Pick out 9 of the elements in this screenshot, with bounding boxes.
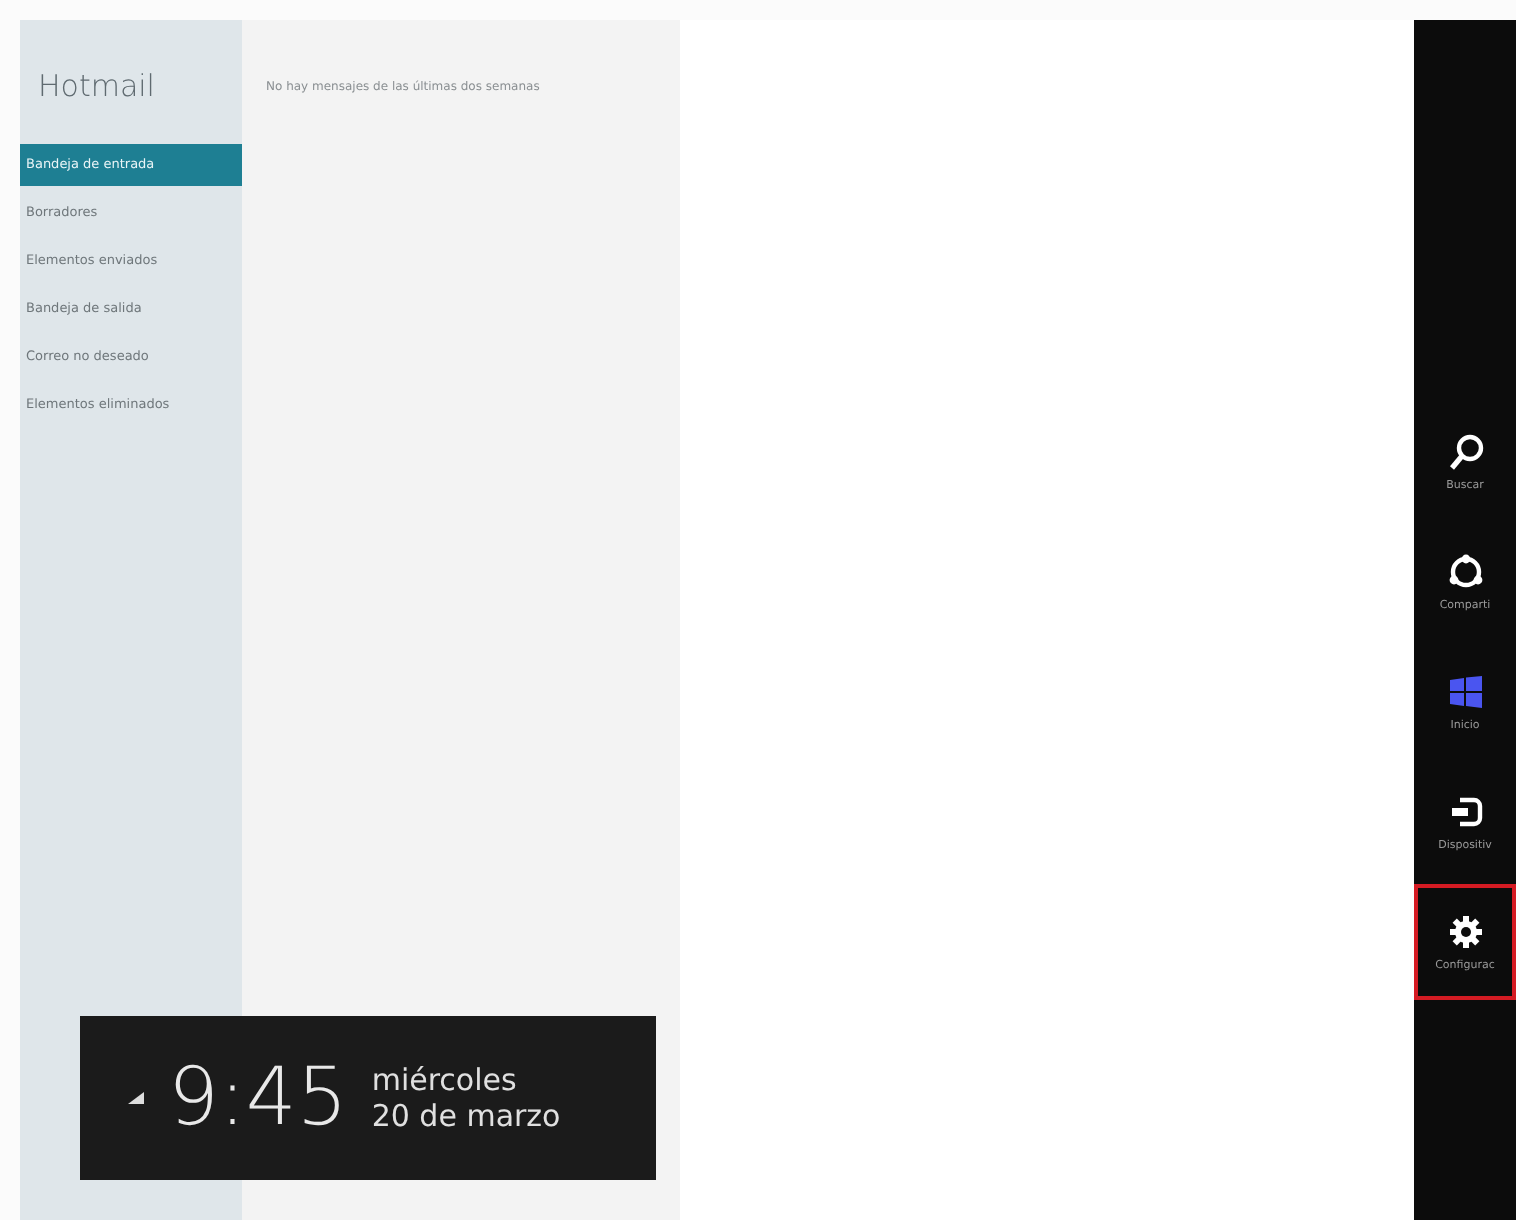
network-signal-icon xyxy=(128,1092,144,1104)
app-title: Hotmail xyxy=(36,68,157,104)
clock-date: 20 de marzo xyxy=(371,1098,561,1134)
settings-icon xyxy=(1445,912,1485,952)
search-icon xyxy=(1445,432,1485,472)
windows-icon xyxy=(1445,672,1485,712)
clock-weekday: miércoles xyxy=(371,1062,519,1098)
share-icon xyxy=(1445,552,1485,592)
clock-time: 9:45 xyxy=(168,1052,348,1144)
